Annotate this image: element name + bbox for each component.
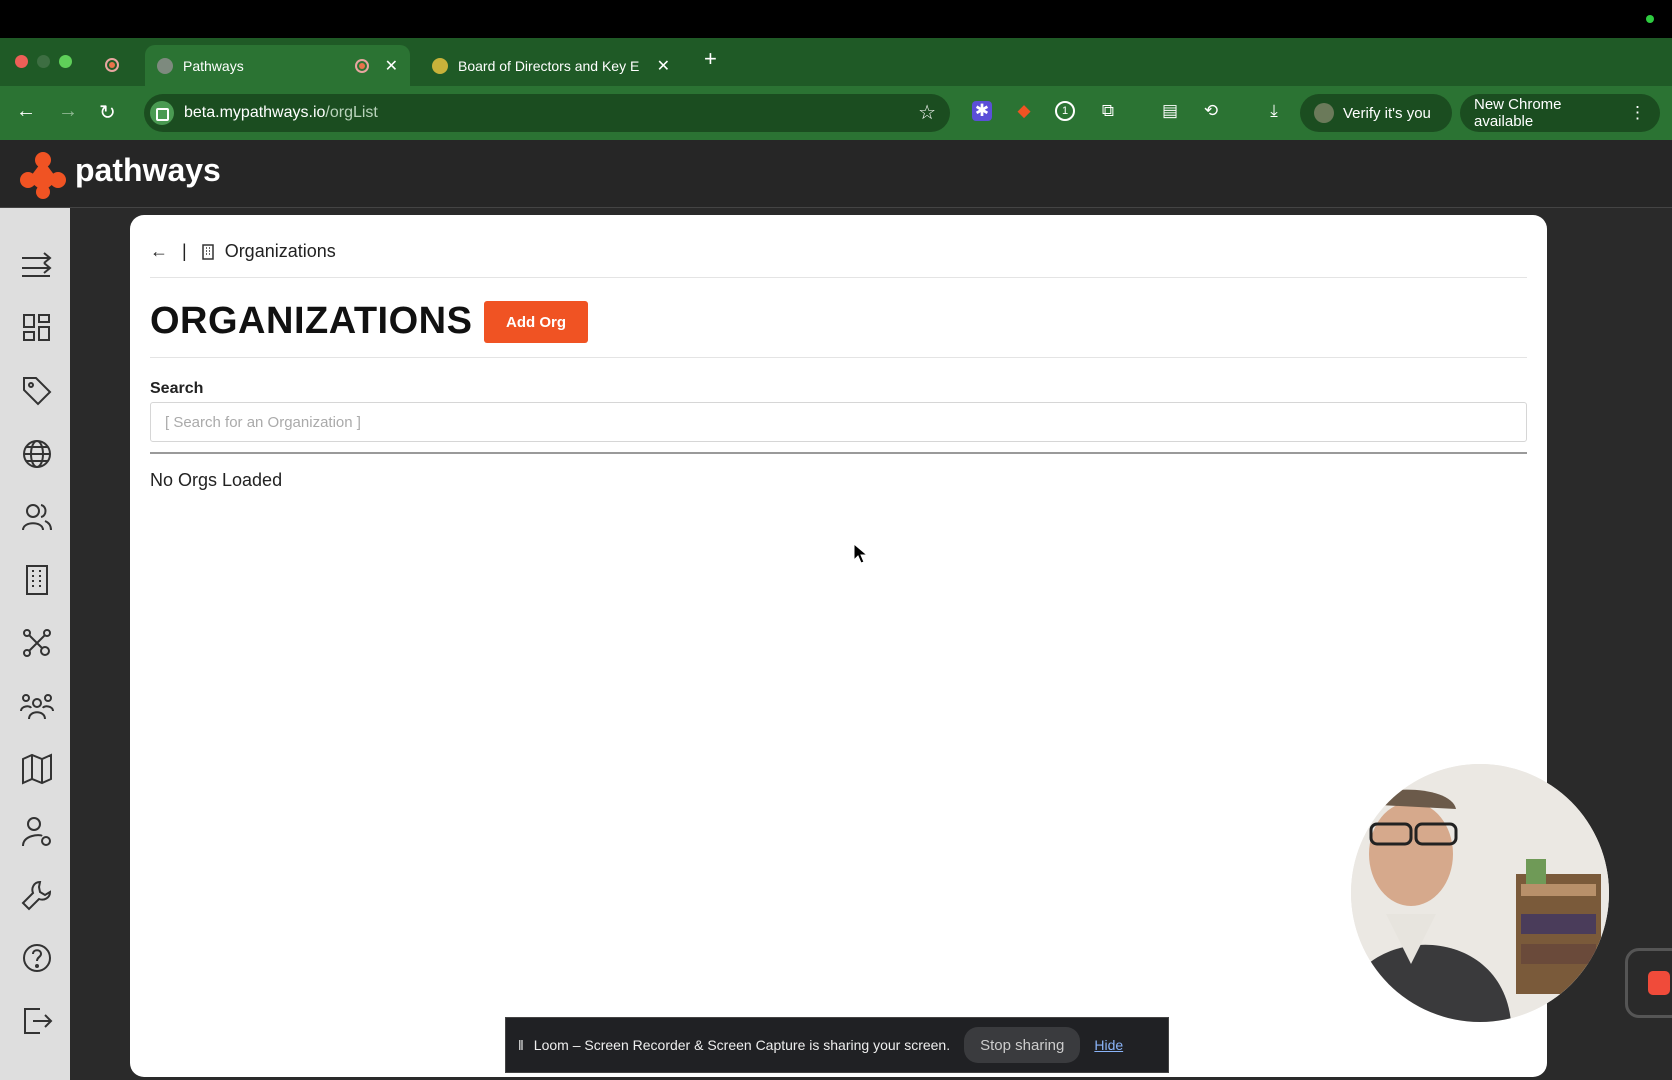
breadcrumb: ← | Organizations <box>150 241 336 262</box>
tab-board-of-directors[interactable]: Board of Directors and Key E ✕ <box>420 45 682 86</box>
profile-avatar <box>1314 103 1334 123</box>
mouse-cursor-icon <box>853 543 869 564</box>
reload-icon[interactable]: ↻ <box>99 100 116 125</box>
recording-icon <box>354 58 369 73</box>
tag-icon[interactable] <box>20 374 54 408</box>
logout-icon[interactable] <box>20 1004 54 1038</box>
divider <box>150 357 1527 358</box>
bookmark-star-icon[interactable]: ☆ <box>918 100 936 125</box>
collapse-icon[interactable] <box>20 248 54 282</box>
site-info-icon[interactable] <box>150 101 174 125</box>
history-icon[interactable]: ⟲ <box>1201 101 1221 121</box>
search-input[interactable] <box>150 402 1527 442</box>
url-host: beta.mypathways.io <box>184 104 326 121</box>
breadcrumb-current[interactable]: Organizations <box>225 241 336 262</box>
url-path: /orgList <box>325 104 378 121</box>
status-indicator <box>1646 15 1654 23</box>
building-icon <box>201 243 214 260</box>
wrench-icon[interactable] <box>20 878 54 912</box>
globe-icon[interactable] <box>20 437 54 471</box>
webcam-video-icon <box>1351 764 1609 1022</box>
app-header: pathways <box>0 140 1672 208</box>
window-minimize-button[interactable] <box>37 55 50 68</box>
pathways-extension-icon[interactable]: ◆ <box>1014 101 1034 121</box>
sidebar <box>0 208 70 1080</box>
tab-title: Pathways <box>183 57 244 74</box>
back-icon[interactable]: ← <box>16 100 36 123</box>
extension-icon[interactable]: ✱ <box>972 101 992 121</box>
add-org-button[interactable]: Add Org <box>484 301 588 343</box>
drag-handle-icon[interactable]: ‖ <box>518 1037 524 1053</box>
tab-title: Board of Directors and Key E <box>458 57 640 74</box>
loom-record-button[interactable] <box>1625 948 1672 1018</box>
back-arrow-icon[interactable]: ← <box>150 241 168 262</box>
person-location-icon[interactable] <box>20 815 54 849</box>
download-icon[interactable]: ⤓ <box>1264 101 1284 121</box>
dashboard-icon[interactable] <box>20 311 54 345</box>
chrome-update-button[interactable]: New Chrome available ⋮ <box>1460 94 1660 132</box>
map-icon[interactable] <box>20 752 54 786</box>
divider <box>150 277 1527 278</box>
main-panel: ← | Organizations ORGANIZATIONS Add Org … <box>130 215 1547 1077</box>
screen-share-notification: ‖ Loom – Screen Recorder & Screen Captur… <box>505 1017 1169 1073</box>
address-bar[interactable]: beta.mypathways.io/orgList ☆ <box>144 94 950 132</box>
window-close-button[interactable] <box>15 55 28 68</box>
pathways-logo-icon <box>20 152 66 199</box>
tab-recording-icon <box>105 55 127 73</box>
divider <box>150 452 1527 454</box>
search-label: Search <box>150 380 204 397</box>
puzzle-extensions-icon[interactable]: ⧉ <box>1098 101 1118 121</box>
profile-button[interactable]: Verify it's you <box>1300 94 1452 132</box>
kebab-menu-icon: ⋮ <box>1629 103 1646 122</box>
share-message: Loom – Screen Recorder & Screen Capture … <box>533 1037 951 1053</box>
page-title: ORGANIZATIONS <box>150 300 473 342</box>
forward-icon[interactable]: → <box>58 100 78 123</box>
stop-sharing-button[interactable]: Stop sharing <box>964 1027 1081 1063</box>
empty-state-message: No Orgs Loaded <box>150 470 283 490</box>
help-icon[interactable] <box>20 941 54 975</box>
webcam-bubble[interactable] <box>1351 764 1609 1022</box>
close-tab-icon[interactable]: ✕ <box>657 56 670 76</box>
users-icon[interactable] <box>20 500 54 534</box>
browser-toolbar: ← → ↻ beta.mypathways.io/orgList ☆ ✱ ◆ 1… <box>0 86 1672 140</box>
tab-pathways[interactable]: Pathways ✕ <box>145 45 410 86</box>
network-icon[interactable] <box>20 626 54 660</box>
profile-label: Verify it's you <box>1343 104 1431 122</box>
logo-text: pathways <box>75 152 221 188</box>
site-favicon-icon <box>432 57 448 74</box>
building-icon[interactable] <box>20 563 54 597</box>
new-tab-icon[interactable]: + <box>704 46 717 72</box>
reading-mode-icon[interactable]: ▤ <box>1160 101 1180 121</box>
breadcrumb-separator: | <box>182 241 187 261</box>
close-tab-icon[interactable]: ✕ <box>385 56 398 76</box>
community-icon[interactable] <box>20 689 54 723</box>
update-label: New Chrome available <box>1474 96 1562 130</box>
browser-tabstrip: Pathways ✕ Board of Directors and Key E … <box>0 38 1672 86</box>
password-manager-icon[interactable]: 1 <box>1055 101 1075 121</box>
hide-link[interactable]: Hide <box>1094 1037 1123 1053</box>
globe-favicon-icon <box>157 57 173 74</box>
system-menu-bar <box>0 0 1672 38</box>
window-zoom-button[interactable] <box>59 55 72 68</box>
